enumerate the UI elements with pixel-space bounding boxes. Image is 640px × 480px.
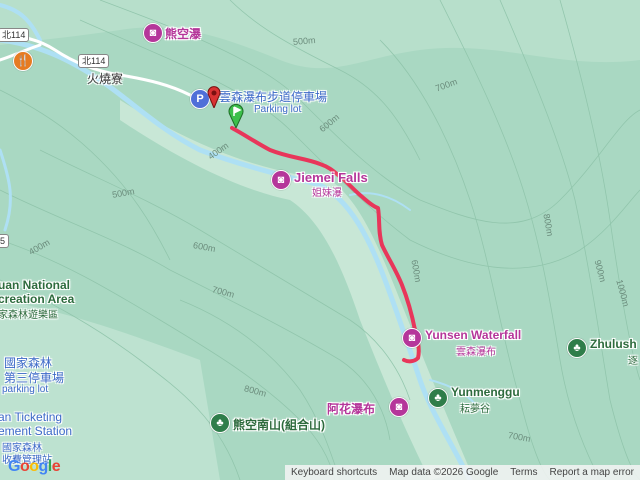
camera-pin-icon[interactable]: ◙	[143, 23, 163, 43]
zhulush-cn-label: 逐	[628, 356, 638, 367]
restaurant-pin-icon[interactable]: 🍴	[13, 51, 33, 71]
ticket-station-label[interactable]: an Ticketing	[0, 410, 62, 424]
report-error-link[interactable]: Report a map error	[544, 465, 640, 480]
contour-label: 500m	[292, 35, 316, 47]
zhulush-en-label[interactable]: Zhulush	[590, 337, 637, 351]
start-flag-icon[interactable]	[228, 102, 244, 130]
xiongkong-south-mountain-label[interactable]: 熊空南山(組合山)	[233, 416, 325, 433]
map-data-label: Map data ©2026 Google	[389, 467, 499, 478]
left-lot-en-label: parking lot	[2, 384, 49, 395]
park-pin-icon[interactable]: ♣	[210, 413, 230, 433]
parking-lot-en-label: Parking lot	[254, 104, 302, 115]
yunsen-waterfall-en-label[interactable]: Yunsen Waterfall	[425, 328, 521, 342]
park-pin-icon[interactable]: ♣	[567, 338, 587, 358]
map-footer: Keyboard shortcuts Map data ©2026 Google…	[284, 465, 640, 480]
terms-link[interactable]: Terms	[504, 465, 543, 480]
rec-area-label[interactable]: uan National	[0, 278, 70, 292]
end-marker-icon[interactable]	[207, 86, 221, 110]
road-shield-114-left: 北114	[0, 28, 30, 42]
ahua-falls-label[interactable]: 阿花瀑布	[327, 400, 375, 417]
keyboard-shortcuts-link[interactable]: Keyboard shortcuts	[285, 465, 383, 480]
yunmenggu-cn-label: 耘夢谷	[460, 404, 490, 415]
ticket-station-label: ement Station	[0, 424, 73, 438]
camera-pin-icon[interactable]: ◙	[389, 397, 409, 417]
rec-area-cn-label: 家森林遊樂區	[0, 310, 58, 321]
xiongkong-falls-label[interactable]: 熊空瀑	[165, 25, 201, 42]
park-pin-icon[interactable]: ♣	[428, 388, 448, 408]
road-shield-left: 5	[0, 234, 10, 248]
yunsen-waterfall-cn-label: 雲森瀑布	[456, 347, 496, 358]
jiemei-falls-cn-label: 姐妹瀑	[312, 188, 342, 199]
camera-pin-icon[interactable]: ◙	[271, 170, 291, 190]
jiemei-falls-en-label[interactable]: Jiemei Falls	[294, 170, 368, 185]
road-shield-114: 北114	[78, 54, 110, 68]
camera-pin-icon[interactable]: ◙	[402, 328, 422, 348]
yunmenggu-en-label[interactable]: Yunmenggu	[451, 385, 520, 399]
huoshaoliao-label: 火燒寮	[87, 72, 124, 86]
google-logo: Google	[8, 458, 61, 475]
rec-area-label: creation Area	[0, 292, 75, 306]
